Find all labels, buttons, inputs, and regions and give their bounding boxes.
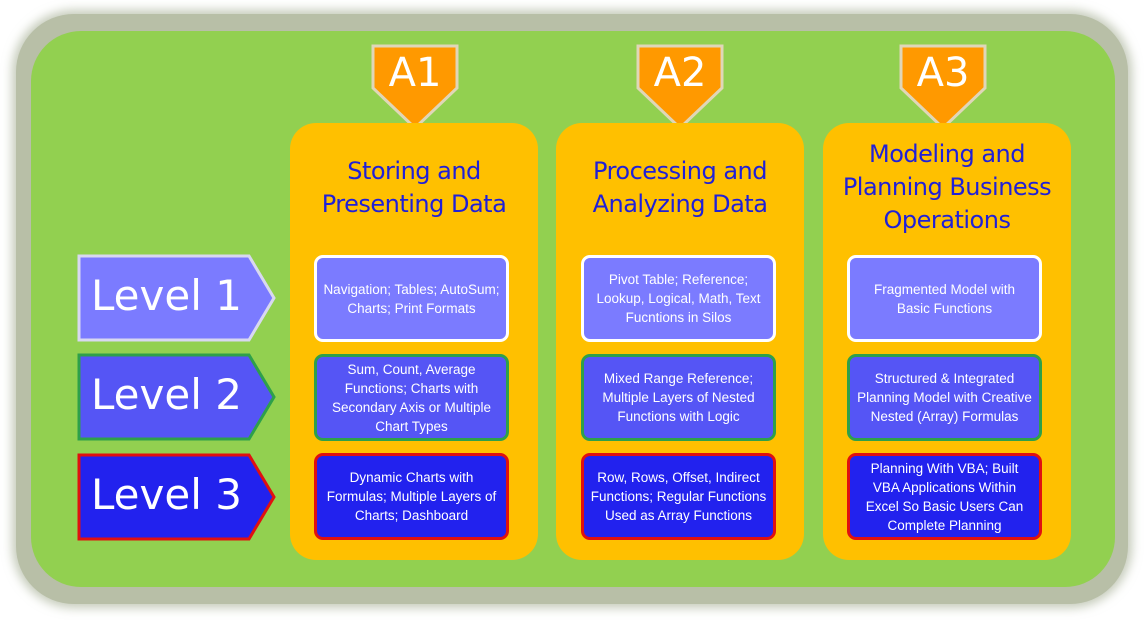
level-2-arrow: Level 2 [77,353,277,441]
badge-a1-label: A1 [388,50,442,96]
title-line: Storing and [347,157,481,185]
badge-a2-label: A2 [653,50,707,96]
level-1-label: Level 1 [91,271,242,320]
title-line: Processing and [593,157,767,185]
column-a2: Processing and Analyzing Data Pivot Tabl… [556,123,804,560]
title-line: Operations [883,206,1011,234]
cell-a3-level-1: Fragmented Model with Basic Functions [847,255,1042,342]
cell-a3-level-3: Planning With VBA; Built VBA Application… [847,453,1042,540]
badge-a3: A3 [898,44,988,130]
badge-a3-label: A3 [916,50,970,96]
cell-a2-level-3: Row, Rows, Offset, Indirect Functions; R… [581,453,776,540]
column-a2-title: Processing and Analyzing Data [556,155,804,221]
cell-a2-level-1: Pivot Table; Reference; Lookup, Logical,… [581,255,776,342]
level-2-label: Level 2 [91,370,242,419]
title-line: Planning Business [842,173,1052,201]
level-1-arrow: Level 1 [77,254,277,342]
level-3-label: Level 3 [91,470,242,519]
cell-a1-level-2: Sum, Count, Average Functions; Charts wi… [314,354,509,441]
column-a3: Modeling and Planning Business Operation… [823,123,1071,560]
cell-a1-level-3: Dynamic Charts with Formulas; Multiple L… [314,453,509,540]
badge-a2: A2 [635,44,725,130]
title-line: Modeling and [869,140,1025,168]
badge-a1: A1 [370,44,460,130]
column-a3-title: Modeling and Planning Business Operation… [823,138,1071,237]
column-a1-title: Storing and Presenting Data [290,155,538,221]
column-a1: Storing and Presenting Data Navigation; … [290,123,538,560]
title-line: Analyzing Data [592,190,768,218]
cell-a3-level-2: Structured & Integrated Planning Model w… [847,354,1042,441]
title-line: Presenting Data [321,190,507,218]
cell-a1-level-1: Navigation; Tables; AutoSum; Charts; Pri… [314,255,509,342]
level-3-arrow: Level 3 [77,453,277,541]
cell-a2-level-2: Mixed Range Reference; Multiple Layers o… [581,354,776,441]
